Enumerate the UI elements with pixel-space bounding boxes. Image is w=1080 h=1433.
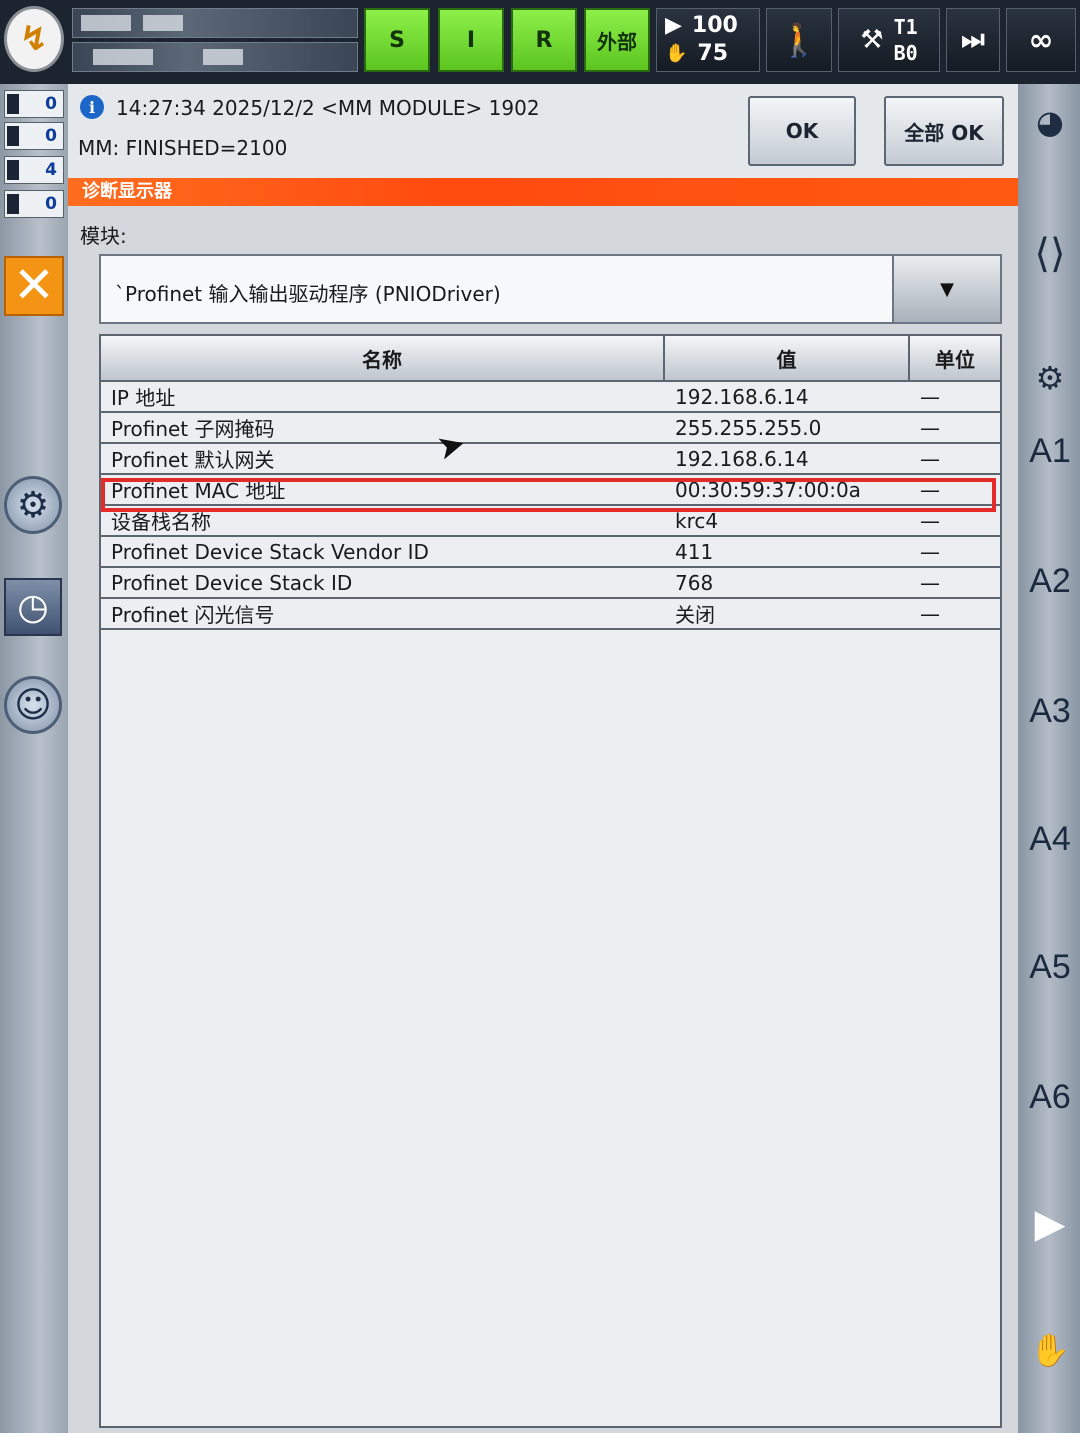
tool-icon: ⚒ — [860, 25, 884, 55]
chevron-down-icon[interactable]: ▼ — [892, 256, 1000, 322]
play-icon: ▶ — [665, 13, 682, 38]
cell-unit: — — [920, 539, 940, 564]
axis-a6[interactable]: A6 — [1022, 1078, 1078, 1117]
cell-unit: — — [920, 570, 940, 595]
info-icon: i — [80, 95, 104, 119]
main-panel: i 14:27:34 2025/12/2 <MM MODULE> 1902 MM… — [68, 84, 1018, 1433]
cell-name: IP 地址 — [111, 386, 176, 410]
table-row[interactable]: Profinet Device Stack Vendor ID 411 — — [101, 537, 1000, 568]
mode-button[interactable]: ⚒ T1 B0 — [838, 8, 940, 72]
program-override-value: 100 — [691, 13, 738, 38]
user-icon[interactable]: ☺ — [4, 676, 62, 734]
counter-1[interactable]: 0 — [4, 90, 64, 118]
message-detail: MM: FINISHED=2100 — [78, 136, 288, 160]
robot-interpreter-button[interactable]: R — [511, 8, 577, 72]
counter-3[interactable]: 4 — [4, 156, 64, 184]
table-header: 名称 值 单位 — [101, 336, 1000, 382]
header-unit[interactable]: 单位 — [910, 336, 1000, 380]
counter-4[interactable]: 0 — [4, 190, 64, 218]
module-label: 模块: — [80, 224, 127, 248]
axis-a2[interactable]: A2 — [1022, 562, 1078, 601]
ok-button[interactable]: OK — [748, 96, 856, 166]
header-name[interactable]: 名称 — [101, 336, 665, 380]
cell-value: 关闭 — [675, 603, 715, 627]
table-row[interactable]: Profinet 闪光信号 关闭 — — [101, 599, 1000, 630]
table-row[interactable]: Profinet 默认网关 192.168.6.14 — — [101, 444, 1000, 475]
step-mode-icon[interactable]: ⏭ — [946, 8, 1000, 72]
axis-a1[interactable]: A1 — [1022, 432, 1078, 471]
cell-name: Profinet Device Stack Vendor ID — [111, 539, 429, 564]
cell-unit: — — [920, 415, 940, 440]
table-row[interactable]: IP 地址 192.168.6.14 — — [101, 382, 1000, 413]
play-icon[interactable]: ▶ — [1026, 1200, 1074, 1248]
cell-value: 411 — [675, 539, 714, 564]
counter-2[interactable]: 0 — [4, 122, 64, 150]
table-row[interactable]: Profinet Device Stack ID 768 — — [101, 568, 1000, 599]
cell-value: 768 — [675, 570, 714, 595]
walking-person-icon[interactable]: 🚶 — [766, 8, 832, 72]
hand-icon[interactable]: ✋ — [1026, 1326, 1074, 1374]
robot-arm-icon[interactable]: ⚙ — [1026, 354, 1074, 402]
diagnostic-table: 名称 值 单位 IP 地址 192.168.6.14 — Profinet 子网掩码 2… — [99, 334, 1002, 1428]
robot-icon[interactable]: ↯ — [4, 6, 64, 72]
cell-unit: — — [920, 446, 940, 471]
message-bar: i 14:27:34 2025/12/2 <MM MODULE> 1902 MM… — [68, 84, 1018, 178]
manual-override-value: 75 — [697, 41, 729, 66]
globe-icon[interactable]: ◕ — [1026, 98, 1074, 146]
cell-name: Profinet 子网掩码 — [111, 417, 275, 441]
operating-mode: T1 — [893, 15, 918, 39]
status-strip-bottom[interactable] — [72, 42, 358, 72]
status-strip-top[interactable] — [72, 8, 358, 38]
header-value[interactable]: 值 — [665, 336, 910, 380]
base-value: B0 — [893, 41, 918, 65]
clock-icon[interactable]: ◷ — [4, 578, 62, 636]
axis-a4[interactable]: A4 — [1022, 820, 1078, 859]
module-dropdown[interactable]: `Profinet 输入输出驱动程序 (PNIODriver) ▼ — [99, 254, 1002, 324]
cell-name: Profinet 闪光信号 — [111, 603, 275, 627]
external-mode-button[interactable]: 外部 — [584, 8, 650, 72]
cell-name: Profinet Device Stack ID — [111, 570, 353, 595]
table-row[interactable]: Profinet 子网掩码 255.255.255.0 — — [101, 413, 1000, 444]
left-sidebar: 0 0 4 0 ✕ ⚙ ◷ ☺ — [0, 84, 68, 1433]
window-title: 诊断显示器 — [68, 178, 1018, 206]
cell-unit: — — [920, 601, 940, 626]
top-status-bar: ↯ S I R 外部 ▶ 100 ✋ 75 🚶 ⚒ T1 B0 ⏭ ∞ — [0, 0, 1080, 84]
infinity-button[interactable]: ∞ — [1006, 8, 1076, 72]
override-button[interactable]: ▶ 100 ✋ 75 — [656, 8, 760, 72]
all-ok-button[interactable]: 全部 OK — [884, 96, 1004, 166]
message-text: 14:27:34 2025/12/2 <MM MODULE> 1902 — [116, 96, 540, 120]
submit-interpreter-button[interactable]: S — [364, 8, 430, 72]
cell-name: Profinet 默认网关 — [111, 448, 275, 472]
gear-icon[interactable]: ⚙ — [4, 476, 62, 534]
module-selected-value: `Profinet 输入输出驱动程序 (PNIODriver) — [115, 282, 501, 306]
close-icon[interactable]: ✕ — [4, 256, 64, 316]
highlight-box — [101, 478, 996, 512]
axis-a5[interactable]: A5 — [1022, 948, 1078, 987]
cell-value: 192.168.6.14 — [675, 446, 809, 471]
jog-arc-icon[interactable]: ⟨⟩ — [1026, 194, 1074, 314]
axis-a3[interactable]: A3 — [1022, 692, 1078, 731]
hand-icon: ✋ — [665, 43, 688, 64]
cell-unit: — — [920, 384, 940, 409]
right-sidebar: ◕ ⟨⟩ ⚙ A1 A2 A3 A4 A5 A6 ▶ ✋ — [1018, 84, 1080, 1433]
drives-button[interactable]: I — [438, 8, 504, 72]
cell-value: 192.168.6.14 — [675, 384, 809, 409]
cell-value: 255.255.255.0 — [675, 415, 822, 440]
